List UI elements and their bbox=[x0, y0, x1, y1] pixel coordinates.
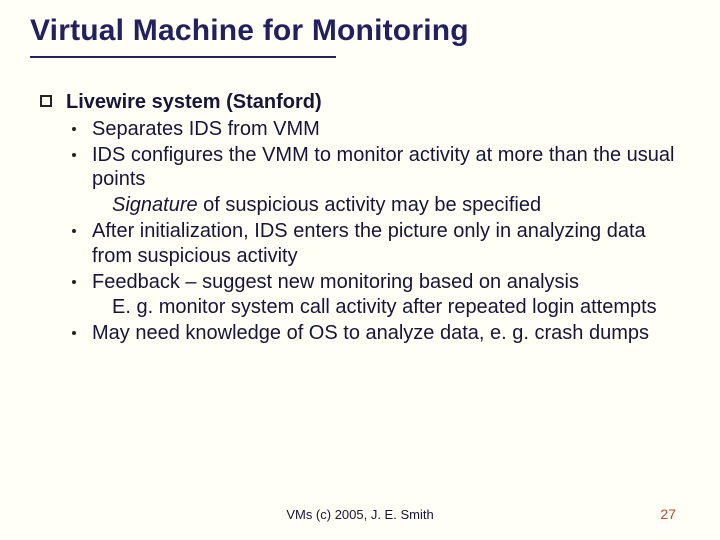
level2-line: IDS configures the VMM to monitor activi… bbox=[92, 144, 674, 191]
level2-text: Feedback – suggest new monitoring based … bbox=[92, 270, 657, 321]
bullet-level3: E. g. monitor system call activity after… bbox=[112, 295, 657, 320]
level2-text: Separates IDS from VMM bbox=[92, 117, 320, 142]
page-number: 27 bbox=[660, 506, 676, 522]
dot-bullet-icon bbox=[72, 331, 76, 335]
dot-bullet-icon bbox=[72, 280, 76, 284]
italic-word: Signature bbox=[112, 194, 198, 216]
dot-bullet-icon bbox=[72, 153, 76, 157]
bullet-level3: Signature of suspicious activity may be … bbox=[112, 193, 690, 218]
slide-body: Livewire system (Stanford) Separates IDS… bbox=[40, 90, 690, 347]
bullet-level2: IDS configures the VMM to monitor activi… bbox=[72, 143, 690, 218]
footer-text: VMs (c) 2005, J. E. Smith bbox=[0, 507, 720, 522]
level2-text: May need knowledge of OS to analyze data… bbox=[92, 321, 649, 346]
level2-line: Feedback – suggest new monitoring based … bbox=[92, 271, 579, 293]
dot-bullet-icon bbox=[72, 127, 76, 131]
level2-group: Separates IDS from VMM IDS configures th… bbox=[72, 117, 690, 346]
title-underline bbox=[30, 56, 336, 58]
slide-title: Virtual Machine for Monitoring bbox=[30, 14, 469, 48]
bullet-level2: May need knowledge of OS to analyze data… bbox=[72, 321, 690, 346]
bullet-level2: After initialization, IDS enters the pic… bbox=[72, 219, 690, 269]
bullet-level2: Feedback – suggest new monitoring based … bbox=[72, 270, 690, 321]
level3-rest: of suspicious activity may be specified bbox=[198, 194, 542, 216]
bullet-level1: Livewire system (Stanford) bbox=[40, 90, 690, 115]
bullet-level2: Separates IDS from VMM bbox=[72, 117, 690, 142]
slide: Virtual Machine for Monitoring Livewire … bbox=[0, 0, 720, 540]
level2-text: IDS configures the VMM to monitor activi… bbox=[92, 143, 690, 218]
level1-text: Livewire system (Stanford) bbox=[66, 90, 322, 115]
dot-bullet-icon bbox=[72, 229, 76, 233]
level2-text: After initialization, IDS enters the pic… bbox=[92, 219, 690, 269]
square-bullet-icon bbox=[40, 95, 52, 107]
